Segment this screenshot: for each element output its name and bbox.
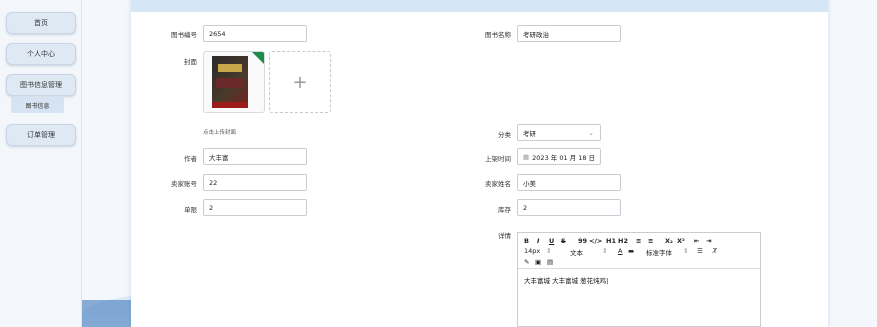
seller-account-value: 22 — [209, 178, 218, 187]
editor-text: 大丰富城 大丰富城 葱花炖鸡 — [524, 277, 607, 285]
bullet-list-button[interactable]: ≡ — [648, 237, 653, 245]
book-name-value: 考研政治 — [523, 30, 549, 39]
stock-value: 2 — [523, 203, 528, 212]
author-label: 作者 — [184, 155, 197, 163]
plus-icon: + — [292, 71, 308, 93]
chevron-down-icon: ⇕ — [683, 247, 689, 255]
limit-value: 2 — [209, 203, 214, 212]
italic-button[interactable]: I — [537, 237, 539, 245]
editor-toolbar: B I U S 99 </> H1 H2 ≡ ≡ X₂ X² ⇤ ⇥ 14px … — [518, 233, 760, 269]
strike-button[interactable]: S — [561, 237, 566, 245]
rich-text-editor[interactable]: B I U S 99 </> H1 H2 ≡ ≡ X₂ X² ⇤ ⇥ 14px … — [517, 232, 761, 327]
seller-name-label: 卖家姓名 — [485, 180, 511, 188]
sidebar-subitem-label: 图书信息 — [25, 102, 50, 110]
code-button[interactable]: </> — [589, 237, 602, 245]
cover-label: 封面 — [184, 58, 197, 66]
upload-hint: 点击上传封面 — [203, 130, 237, 136]
sidebar-item-label: 个人中心 — [27, 50, 55, 58]
clear-format-icon[interactable]: T̸ — [713, 247, 717, 255]
sidebar-item-label: 订单管理 — [27, 131, 55, 139]
cover-image[interactable] — [203, 51, 265, 113]
seller-name-value: 小美 — [523, 179, 536, 188]
video-icon[interactable]: ▤ — [547, 258, 553, 266]
underline-button[interactable]: U — [549, 237, 554, 245]
edit-form-card: 图书编号 2654 图书名称 考研政治 封面 + 点击上传封面 分类 考研 ⌄ … — [131, 0, 828, 327]
sidebar-item-label: 图书信息管理 — [20, 81, 62, 89]
font-size-select[interactable]: 14px — [524, 247, 540, 255]
sidebar-item-orders[interactable]: 订单管理 — [6, 124, 76, 146]
stock-label: 库存 — [498, 206, 511, 214]
category-select[interactable]: 考研 ⌄ — [517, 124, 601, 141]
align-icon[interactable]: ☰ — [697, 247, 703, 255]
success-corner-icon — [252, 52, 264, 64]
seller-account-input[interactable]: 22 — [203, 174, 307, 191]
quote-button[interactable]: 99 — [578, 237, 587, 245]
chevron-down-icon: ⇕ — [602, 247, 608, 255]
chevron-down-icon: ⇕ — [546, 247, 552, 255]
limit-label: 单限 — [184, 206, 197, 214]
book-no-input[interactable]: 2654 — [203, 25, 307, 42]
editor-content[interactable]: 大丰富城 大丰富城 葱花炖鸡| — [524, 275, 608, 285]
upload-button[interactable]: + — [269, 51, 331, 113]
sidebar-item-home[interactable]: 首页 — [6, 12, 76, 34]
sidebar: 首页 个人中心 图书信息管理 图书信息 订单管理 — [0, 0, 82, 327]
date-picker[interactable]: ▦ 2023 年 01 月 18 日 — [517, 148, 601, 165]
h1-button[interactable]: H1 — [606, 237, 616, 245]
font-family-select[interactable]: 标准字体 — [646, 247, 672, 257]
seller-name-input[interactable]: 小美 — [517, 174, 621, 191]
date-label: 上架时间 — [485, 155, 511, 163]
image-icon[interactable]: ▣ — [535, 258, 541, 266]
sidebar-item-book-management[interactable]: 图书信息管理 — [6, 74, 76, 96]
superscript-button[interactable]: X² — [677, 237, 685, 245]
seller-account-label: 卖家账号 — [171, 180, 197, 188]
stock-input[interactable]: 2 — [517, 199, 621, 216]
category-value: 考研 — [523, 129, 536, 138]
limit-input[interactable]: 2 — [203, 199, 307, 216]
sidebar-item-profile[interactable]: 个人中心 — [6, 43, 76, 65]
date-value: 2023 年 01 月 18 日 — [532, 153, 596, 162]
detail-label: 详情 — [498, 232, 511, 240]
author-value: 大丰富 — [209, 153, 229, 162]
sidebar-item-label: 首页 — [34, 19, 48, 27]
outdent-button[interactable]: ⇤ — [694, 237, 699, 245]
calendar-icon: ▦ — [523, 152, 530, 161]
category-label: 分类 — [498, 131, 511, 139]
book-cover-thumbnail — [212, 56, 248, 108]
sidebar-subitem-book-info[interactable]: 图书信息 — [11, 97, 64, 113]
text-style-select[interactable]: 文本 — [570, 247, 583, 257]
card-header-bar — [131, 0, 828, 12]
book-no-label: 图书编号 — [171, 31, 197, 39]
subscript-button[interactable]: X₂ — [665, 237, 673, 245]
chevron-down-icon: ⌄ — [588, 129, 594, 137]
font-color-button[interactable]: A — [618, 247, 622, 255]
link-icon[interactable]: ✎ — [524, 258, 529, 266]
bold-button[interactable]: B — [524, 237, 529, 245]
h2-button[interactable]: H2 — [618, 237, 628, 245]
ordered-list-button[interactable]: ≡ — [636, 237, 641, 245]
background-color-icon[interactable]: ▬ — [628, 247, 634, 255]
author-input[interactable]: 大丰富 — [203, 148, 307, 165]
book-name-label: 图书名称 — [485, 31, 511, 39]
indent-button[interactable]: ⇥ — [706, 237, 711, 245]
book-no-value: 2654 — [209, 29, 226, 38]
book-name-input[interactable]: 考研政治 — [517, 25, 621, 42]
